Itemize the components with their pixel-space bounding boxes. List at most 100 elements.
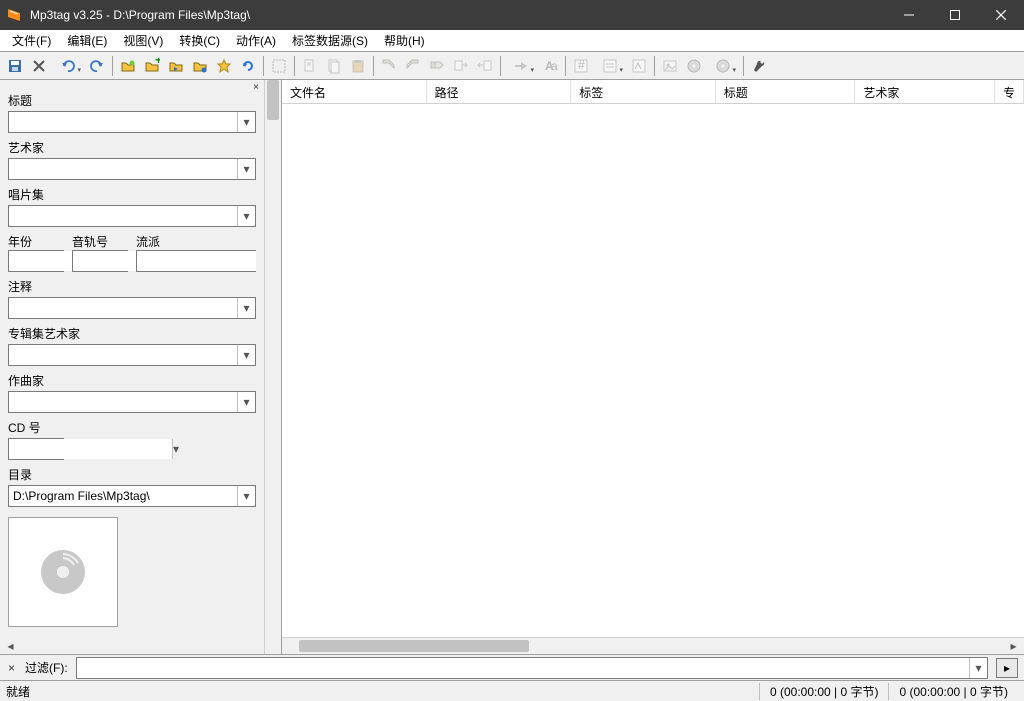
svg-text:#: # xyxy=(578,58,585,72)
folder-add-icon[interactable]: + xyxy=(141,55,163,77)
minimize-button[interactable] xyxy=(886,0,932,30)
field-album[interactable]: ▾ xyxy=(8,205,256,227)
chevron-down-icon[interactable]: ▾ xyxy=(237,486,255,506)
menu-help[interactable]: 帮助(H) xyxy=(376,30,433,51)
menu-view[interactable]: 视图(V) xyxy=(115,30,171,51)
redo-icon[interactable] xyxy=(86,55,108,77)
musicbrainz-icon[interactable] xyxy=(707,55,739,77)
scrollbar-thumb[interactable] xyxy=(267,80,279,120)
select-all-icon[interactable] xyxy=(268,55,290,77)
folder-open-icon[interactable] xyxy=(117,55,139,77)
menu-actions[interactable]: 动作(A) xyxy=(228,30,284,51)
tag-panel: × 标题 ▾ 艺术家 ▾ 唱片集 ▾ 年份 ▾ 音轨号 ▾ xyxy=(0,80,264,654)
input-title[interactable] xyxy=(9,112,237,132)
filter-apply-button[interactable]: ▸ xyxy=(996,658,1018,678)
toolbar: + Aa # xyxy=(0,52,1024,80)
column-filename[interactable]: 文件名 xyxy=(282,80,427,103)
input-albumartist[interactable] xyxy=(9,345,237,365)
undo-icon[interactable] xyxy=(52,55,84,77)
field-genre[interactable]: ▾ xyxy=(136,250,256,272)
column-album[interactable]: 专 xyxy=(995,80,1024,103)
label-genre: 流派 xyxy=(136,229,256,250)
menu-convert[interactable]: 转换(C) xyxy=(171,30,228,51)
input-artist[interactable] xyxy=(9,159,237,179)
field-track[interactable]: ▾ xyxy=(72,250,128,272)
main-area: × 标题 ▾ 艺术家 ▾ 唱片集 ▾ 年份 ▾ 音轨号 ▾ xyxy=(0,80,1024,654)
filter-input[interactable] xyxy=(77,658,969,678)
renumber-icon[interactable]: # xyxy=(570,55,592,77)
input-comment[interactable] xyxy=(9,298,237,318)
album-art-placeholder[interactable] xyxy=(8,517,118,627)
actions-icon[interactable] xyxy=(505,55,537,77)
field-title[interactable]: ▾ xyxy=(8,111,256,133)
file-to-tag-icon[interactable] xyxy=(402,55,424,77)
chevron-down-icon[interactable]: ▾ xyxy=(237,112,255,132)
refresh-icon[interactable] xyxy=(237,55,259,77)
panel-close-icon[interactable]: × xyxy=(250,82,262,93)
playlist-new-icon[interactable] xyxy=(189,55,211,77)
field-comment[interactable]: ▾ xyxy=(8,297,256,319)
scroll-left-icon[interactable]: ◂ xyxy=(2,639,19,653)
star-icon[interactable] xyxy=(213,55,235,77)
menu-edit[interactable]: 编辑(E) xyxy=(59,30,115,51)
field-artist[interactable]: ▾ xyxy=(8,158,256,180)
input-album[interactable] xyxy=(9,206,237,226)
svg-text:a: a xyxy=(551,59,558,73)
tag-to-text-icon[interactable] xyxy=(474,55,496,77)
input-directory[interactable] xyxy=(9,486,237,506)
toolbar-separator xyxy=(373,56,374,76)
label-albumartist: 专辑集艺术家 xyxy=(8,321,256,342)
toolbar-separator xyxy=(743,56,744,76)
autonumber-icon[interactable] xyxy=(594,55,626,77)
chevron-down-icon[interactable]: ▾ xyxy=(237,159,255,179)
field-composer[interactable]: ▾ xyxy=(8,391,256,413)
file-list-body[interactable] xyxy=(282,104,1024,637)
field-directory[interactable]: ▾ xyxy=(8,485,256,507)
chevron-down-icon[interactable]: ▾ xyxy=(237,392,255,412)
column-title[interactable]: 标题 xyxy=(716,80,856,103)
text-to-tag-icon[interactable] xyxy=(450,55,472,77)
column-tag[interactable]: 标签 xyxy=(571,80,716,103)
field-discno[interactable]: ▾ xyxy=(8,438,64,460)
input-discno[interactable] xyxy=(9,439,172,459)
menu-tagsources[interactable]: 标签数据源(S) xyxy=(284,30,376,51)
paste-icon[interactable] xyxy=(347,55,369,77)
discogs-icon[interactable] xyxy=(683,55,705,77)
quick-action-icon[interactable]: Aa xyxy=(539,55,561,77)
maximize-button[interactable] xyxy=(932,0,978,30)
scrollbar-thumb[interactable] xyxy=(299,640,529,652)
input-composer[interactable] xyxy=(9,392,237,412)
column-artist[interactable]: 艺术家 xyxy=(855,80,995,103)
save-icon[interactable] xyxy=(4,55,26,77)
chevron-down-icon[interactable]: ▾ xyxy=(172,439,179,459)
case-icon[interactable] xyxy=(628,55,650,77)
svg-text:+: + xyxy=(155,58,160,67)
tag-to-file-icon[interactable] xyxy=(378,55,400,77)
column-path[interactable]: 路径 xyxy=(427,80,572,103)
playlist-icon[interactable] xyxy=(165,55,187,77)
cover-icon[interactable] xyxy=(659,55,681,77)
tools-icon[interactable] xyxy=(748,55,770,77)
chevron-down-icon[interactable]: ▾ xyxy=(237,298,255,318)
titlebar: Mp3tag v3.25 - D:\Program Files\Mp3tag\ xyxy=(0,0,1024,30)
field-year[interactable]: ▾ xyxy=(8,250,64,272)
input-genre[interactable] xyxy=(137,251,256,271)
tag-tag-icon[interactable] xyxy=(426,55,448,77)
copy-icon[interactable] xyxy=(323,55,345,77)
close-button[interactable] xyxy=(978,0,1024,30)
panel-scrollbar[interactable] xyxy=(264,80,281,654)
filter-close-icon[interactable]: × xyxy=(6,661,17,675)
list-hscrollbar[interactable]: ◂ ▸ xyxy=(282,637,1024,654)
chevron-down-icon[interactable]: ▾ xyxy=(237,206,255,226)
field-albumartist[interactable]: ▾ xyxy=(8,344,256,366)
cut-icon[interactable] xyxy=(299,55,321,77)
toolbar-separator xyxy=(654,56,655,76)
filter-input-combo[interactable]: ▾ xyxy=(76,657,988,679)
chevron-down-icon[interactable]: ▾ xyxy=(969,658,987,678)
tag-panel-container: × 标题 ▾ 艺术家 ▾ 唱片集 ▾ 年份 ▾ 音轨号 ▾ xyxy=(0,80,282,654)
delete-icon[interactable] xyxy=(28,55,50,77)
menu-file[interactable]: 文件(F) xyxy=(4,30,59,51)
statusbar: 就绪 0 (00:00:00 | 0 字节) 0 (00:00:00 | 0 字… xyxy=(0,680,1024,701)
chevron-down-icon[interactable]: ▾ xyxy=(237,345,255,365)
scroll-right-icon[interactable]: ▸ xyxy=(1005,639,1022,653)
